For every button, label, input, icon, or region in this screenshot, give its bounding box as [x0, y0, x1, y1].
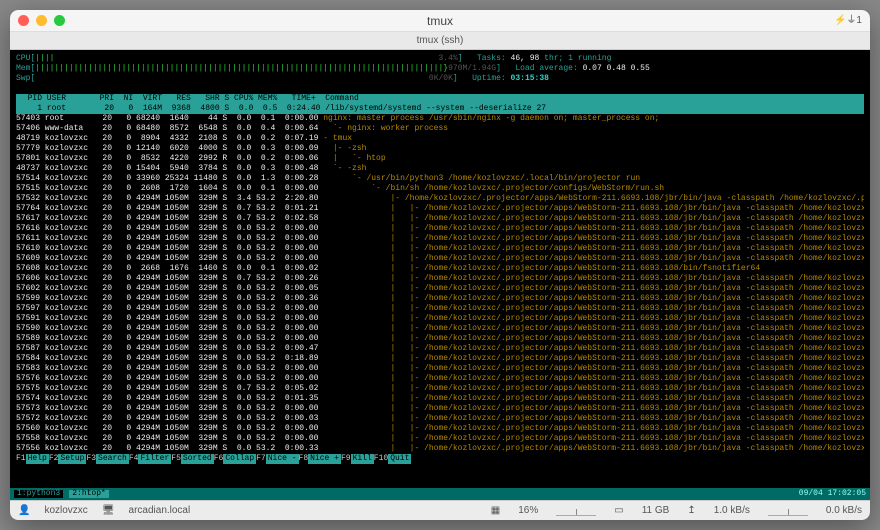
process-row[interactable]: 57608 kozlovzxc 20 0 2668 1676 1460 S 0.…: [16, 264, 864, 274]
host-icon: 🖥: [102, 506, 115, 516]
mem-meter: Mem[||||||||||||||||||||||||||||||||||||…: [16, 64, 864, 74]
status-net-up: 1.0 kB/s: [714, 506, 750, 516]
fnkey-label[interactable]: Filter: [138, 454, 171, 464]
fnkey-f9[interactable]: F9: [341, 454, 351, 464]
mem-icon: ▭: [614, 506, 623, 516]
process-row[interactable]: 57406 www-data 20 0 68480 8572 6548 S 0.…: [16, 124, 864, 134]
terminal-body[interactable]: CPU[|||| 3.4%] Tasks: 46, 98 thr; 1 runn…: [10, 50, 870, 488]
process-row[interactable]: 57617 kozlovzxc 20 0 4294M 1050M 329M S …: [16, 214, 864, 224]
fnkey-label[interactable]: Nice -: [266, 454, 299, 464]
process-row[interactable]: 57514 kozlovzxc 20 0 33960 25324 11480 S…: [16, 174, 864, 184]
process-row[interactable]: 57610 kozlovzxc 20 0 4294M 1050M 329M S …: [16, 244, 864, 254]
swp-meter: Swp[ 0K/0K] Uptime: 03:15:38: [16, 74, 864, 84]
status-host: arcadian.local: [129, 506, 191, 516]
tmux-window-1[interactable]: 1:python3: [14, 490, 63, 498]
process-row[interactable]: 57558 kozlovzxc 20 0 4294M 1050M 329M S …: [16, 434, 864, 444]
fnkey-label[interactable]: Kill: [351, 454, 374, 464]
fnkey-label[interactable]: Setup: [58, 454, 86, 464]
fnkey-label[interactable]: Quit: [388, 454, 411, 464]
process-row[interactable]: 57587 kozlovzxc 20 0 4294M 1050M 329M S …: [16, 344, 864, 354]
process-row[interactable]: 57590 kozlovzxc 20 0 4294M 1050M 329M S …: [16, 324, 864, 334]
process-row[interactable]: 57573 kozlovzxc 20 0 4294M 1050M 329M S …: [16, 404, 864, 414]
process-row[interactable]: 57560 kozlovzxc 20 0 4294M 1050M 329M S …: [16, 424, 864, 434]
titlebar: tmux ⚡⏚1: [10, 10, 870, 32]
process-row[interactable]: 57599 kozlovzxc 20 0 4294M 1050M 329M S …: [16, 294, 864, 304]
tmux-clock: 09/04 17:02:05: [799, 490, 866, 498]
fnkey-f3[interactable]: F3: [86, 454, 96, 464]
status-mem: 11 GB: [642, 506, 670, 516]
fnkey-label[interactable]: Collap: [223, 454, 256, 464]
process-row[interactable]: 57572 kozlovzxc 20 0 4294M 1050M 329M S …: [16, 414, 864, 424]
process-row[interactable]: 48737 kozlovzxc 20 0 15404 5940 3784 S 0…: [16, 164, 864, 174]
process-row[interactable]: 57576 kozlovzxc 20 0 4294M 1050M 329M S …: [16, 374, 864, 384]
status-net-down: 0.0 kB/s: [826, 506, 862, 516]
process-row[interactable]: 57602 kozlovzxc 20 0 4294M 1050M 329M S …: [16, 284, 864, 294]
net-up-icon: ↥: [687, 506, 695, 516]
iterm-status-bar: 👤 kozlovzxc 🖥 arcadian.local ▦ 16% ▭ 11 …: [10, 500, 870, 520]
process-row[interactable]: 57589 kozlovzxc 20 0 4294M 1050M 329M S …: [16, 334, 864, 344]
tmux-status-bar[interactable]: 1:python3 2:htop* 09/04 17:02:05: [10, 488, 870, 500]
process-row[interactable]: 57801 kozlovzxc 20 0 8532 4220 2992 R 0.…: [16, 154, 864, 164]
user-icon: 👤: [18, 506, 30, 516]
process-row[interactable]: 57575 kozlovzxc 20 0 4294M 1050M 329M S …: [16, 384, 864, 394]
process-header[interactable]: PID USER PRI NI VIRT RES SHR S CPU% MEM%…: [16, 94, 864, 104]
net-sparkline: [768, 506, 808, 516]
process-row[interactable]: 57583 kozlovzxc 20 0 4294M 1050M 329M S …: [16, 364, 864, 374]
process-row[interactable]: 57764 kozlovzxc 20 0 4294M 1050M 329M S …: [16, 204, 864, 214]
tmux-window-2[interactable]: 2:htop*: [69, 490, 109, 498]
process-row[interactable]: 57609 kozlovzxc 20 0 4294M 1050M 329M S …: [16, 254, 864, 264]
function-key-bar[interactable]: F1HelpF2SetupF3SearchF4FilterF5SortedF6C…: [16, 454, 864, 464]
fnkey-label[interactable]: Help: [26, 454, 49, 464]
cpu-meter: CPU[|||| 3.4%] Tasks: 46, 98 thr; 1 runn…: [16, 54, 864, 64]
fnkey-f6[interactable]: F6: [214, 454, 224, 464]
cpu-icon: ▦: [491, 506, 500, 516]
fnkey-f2[interactable]: F2: [49, 454, 59, 464]
status-cpu: 16%: [518, 506, 538, 516]
process-row[interactable]: 57597 kozlovzxc 20 0 4294M 1050M 329M S …: [16, 304, 864, 314]
fnkey-f8[interactable]: F8: [299, 454, 309, 464]
process-row[interactable]: 57403 root 20 0 68240 1640 44 S 0.0 0.1 …: [16, 114, 864, 124]
process-row[interactable]: 57532 kozlovzxc 20 0 4294M 1050M 329M S …: [16, 194, 864, 204]
process-row[interactable]: 57591 kozlovzxc 20 0 4294M 1050M 329M S …: [16, 314, 864, 324]
status-user: kozlovzxc: [44, 506, 87, 516]
process-row[interactable]: 48719 kozlovzxc 20 0 8904 4332 2108 S 0.…: [16, 134, 864, 144]
fnkey-f5[interactable]: F5: [171, 454, 181, 464]
cpu-sparkline: [556, 506, 596, 516]
window-title: tmux: [10, 15, 870, 27]
fnkey-label[interactable]: Nice +: [308, 454, 341, 464]
tab-bar[interactable]: tmux (ssh): [10, 32, 870, 50]
fnkey-f4[interactable]: F4: [129, 454, 139, 464]
fnkey-f1[interactable]: F1: [16, 454, 26, 464]
process-row[interactable]: 57515 kozlovzxc 20 0 2608 1720 1604 S 0.…: [16, 184, 864, 194]
process-row[interactable]: 57606 kozlovzxc 20 0 4294M 1050M 329M S …: [16, 274, 864, 284]
terminal-window: tmux ⚡⏚1 tmux (ssh) CPU[|||| 3.4%] Tasks…: [10, 10, 870, 520]
process-row[interactable]: 57779 kozlovzxc 20 0 12140 6020 4000 S 0…: [16, 144, 864, 154]
fnkey-f10[interactable]: F10: [374, 454, 388, 464]
process-row-selected[interactable]: 1 root 20 0 164M 9368 4800 S 0.0 0.5 0:2…: [16, 104, 864, 114]
fnkey-f7[interactable]: F7: [256, 454, 266, 464]
process-row[interactable]: 57611 kozlovzxc 20 0 4294M 1050M 329M S …: [16, 234, 864, 244]
process-row[interactable]: 57584 kozlovzxc 20 0 4294M 1050M 329M S …: [16, 354, 864, 364]
process-row[interactable]: 57616 kozlovzxc 20 0 4294M 1050M 329M S …: [16, 224, 864, 234]
process-row[interactable]: 57574 kozlovzxc 20 0 4294M 1050M 329M S …: [16, 394, 864, 404]
process-row[interactable]: 57556 kozlovzxc 20 0 4294M 1050M 329M S …: [16, 444, 864, 454]
fnkey-label[interactable]: Search: [96, 454, 129, 464]
fnkey-label[interactable]: Sorted: [181, 454, 214, 464]
tab-label[interactable]: tmux (ssh): [417, 36, 464, 46]
